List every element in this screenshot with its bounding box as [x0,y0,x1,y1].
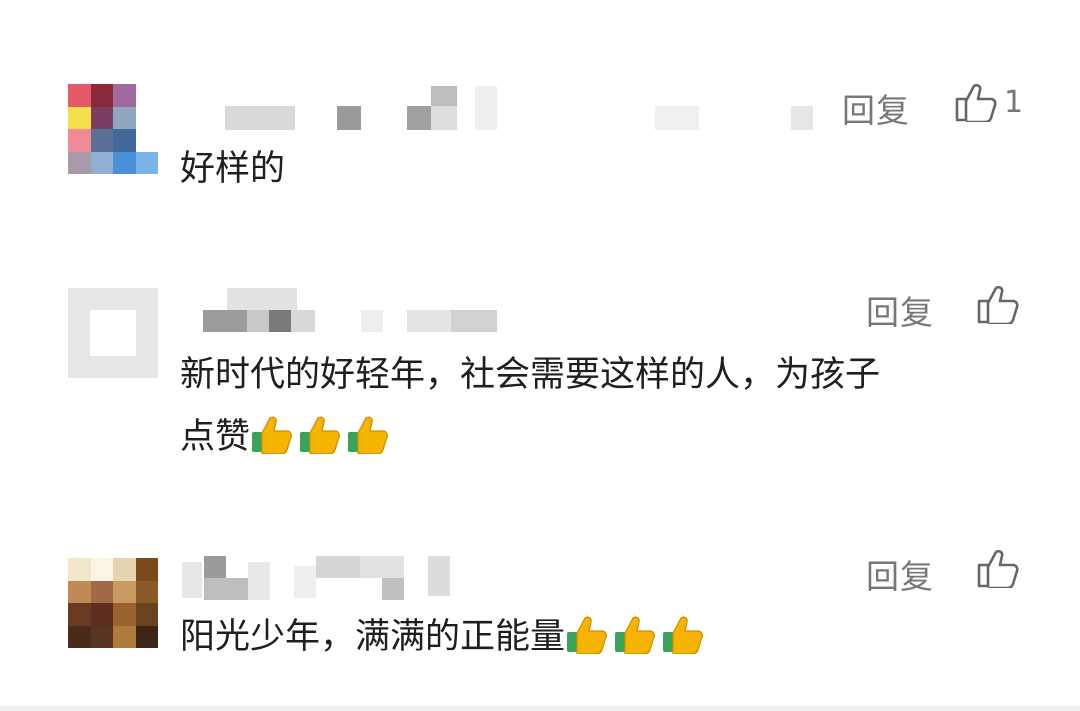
comment-text: 好样的 [180,149,286,189]
thumbs-up-emoji-icon [567,616,607,654]
like-count: 1 [1004,84,1024,120]
username-blurred[interactable] [182,556,462,600]
like-button[interactable] [976,284,1026,324]
username-blurred[interactable] [225,86,815,130]
avatar[interactable] [68,84,158,174]
comment-text-segment: 点赞 [180,417,251,457]
reply-button[interactable]: 回复 [866,550,934,598]
avatar[interactable] [68,288,158,378]
thumbs-up-emoji-icon [300,416,340,454]
thumbs-up-outline-icon [977,549,1019,588]
thumbs-up-emoji-icon [348,416,388,454]
username-blurred[interactable] [203,288,503,332]
thumbs-up-outline-icon [955,83,997,122]
thumbs-up-outline-icon [977,285,1019,324]
comment-text: 阳光少年，满满的正能量 [180,606,1000,668]
reply-button[interactable]: 回复 [842,84,910,132]
avatar[interactable] [68,558,158,648]
comment-text: 新时代的好轻年，社会需要这样的人，为孩子 点赞 [180,344,1000,468]
divider [0,706,1080,711]
like-button[interactable] [976,548,1026,588]
reply-button[interactable]: 回复 [866,286,934,334]
comment-item: 回复 1 好样的 [0,0,1080,230]
comment-text-line: 点赞 [180,406,1000,468]
comment-text-segment: 阳光少年，满满的正能量 [180,617,566,657]
comment-text-line: 新时代的好轻年，社会需要这样的人，为孩子 [180,355,881,395]
thumbs-up-emoji-icon [663,616,703,654]
thumbs-up-emoji-icon [615,616,655,654]
thumbs-up-emoji-icon [252,416,292,454]
like-button[interactable]: 1 [954,82,1023,122]
